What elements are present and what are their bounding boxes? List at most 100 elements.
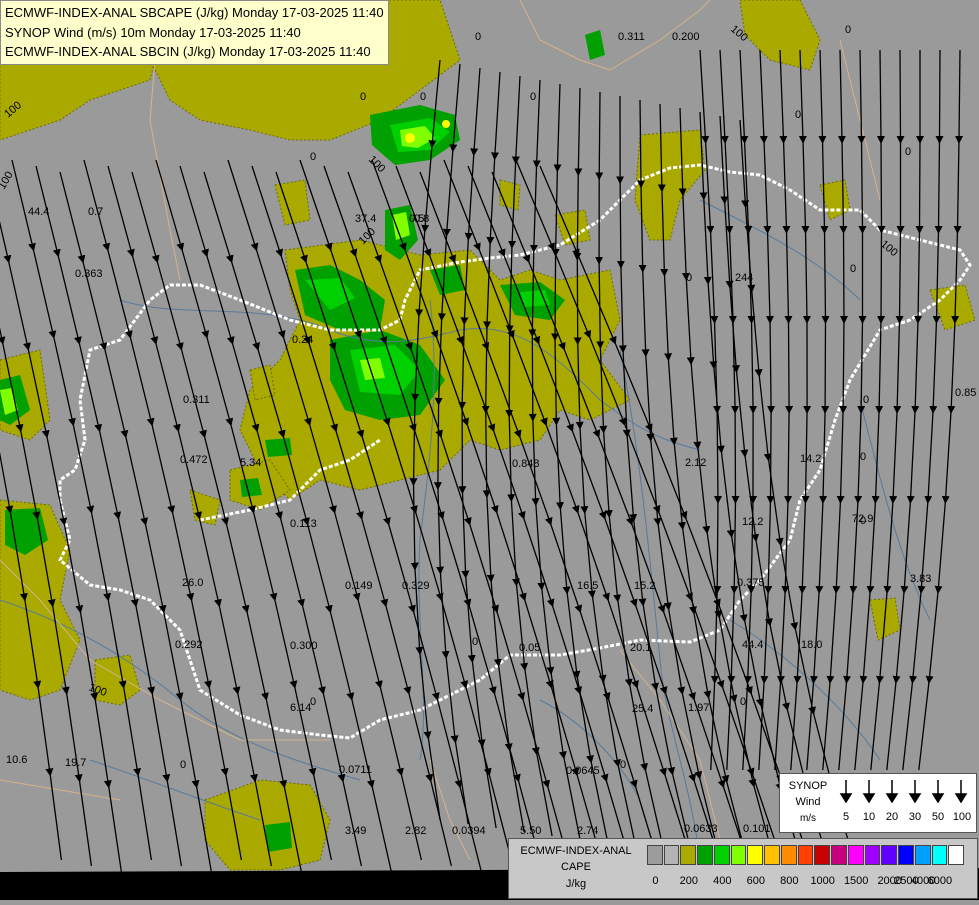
cin-value-label: 44.4 <box>28 206 49 218</box>
cape-tick-label: 200 <box>679 875 698 887</box>
cin-value-label: 0 <box>180 759 186 771</box>
cin-value-label: 20.1 <box>630 642 651 654</box>
cape-color-swatch <box>948 845 964 865</box>
cin-value-label: 0.200 <box>672 31 700 43</box>
cape-tick-label: 600 <box>746 875 765 887</box>
cin-value-label: 0 <box>310 151 316 163</box>
cape-legend-subtitle: CAPE <box>561 861 591 873</box>
cape-legend: ECMWF-INDEX-ANAL CAPE J/kg 0 200 400 600 800… <box>508 838 978 899</box>
cape-color-swatch <box>647 845 663 865</box>
cin-value-label: 44.4 <box>742 639 763 651</box>
cape-tick-label: 400 <box>713 875 732 887</box>
cape-color-swatch <box>847 845 864 865</box>
cin-value-label: 5.50 <box>520 825 541 837</box>
cin-value-label: 0 <box>863 394 869 406</box>
wind-speed-10: 10 <box>862 811 876 823</box>
cin-value-label: 0 <box>475 31 481 43</box>
cin-value-label: 15.2 <box>634 580 655 592</box>
cin-value-label: 0 <box>360 91 366 103</box>
cin-value-label: 0.101 <box>743 823 771 835</box>
cin-value-label: 0 <box>860 515 866 527</box>
cin-value-label: 0.0645 <box>566 765 600 777</box>
cape-legend-title: ECMWF-INDEX-ANAL <box>520 845 632 857</box>
cin-value-label: 16.5 <box>577 580 598 592</box>
cin-value-label: 0 <box>686 272 692 284</box>
cin-value-label: 12.2 <box>742 516 763 528</box>
cape-color-swatch <box>898 845 914 865</box>
cin-value-label: 0 <box>620 759 626 771</box>
cin-value-label: 0.311 <box>618 31 645 43</box>
cape-color-swatch <box>764 845 780 865</box>
cin-value-label: 26.0 <box>182 577 203 589</box>
cin-value-label: 0.113 <box>290 518 317 530</box>
cin-value-label: 0.149 <box>345 580 373 592</box>
cin-value-label: 0.0394 <box>452 825 486 837</box>
cape-color-scale <box>647 845 965 865</box>
cin-value-label: 0.0711 <box>339 764 372 776</box>
wind-speed-100: 100 <box>952 811 972 823</box>
cin-value-label: 2.74 <box>577 825 598 837</box>
cin-value-label: 0 <box>740 696 746 708</box>
cape-color-swatch <box>814 845 831 865</box>
cin-value-label: 0 <box>905 146 911 158</box>
wind-legend: SYNOP Wind m/s 5 10 20 30 50 100 <box>779 773 977 833</box>
cape-color-swatch <box>864 845 881 865</box>
map-header: ECMWF-INDEX-ANAL SBCAPE (J/kg) Monday 17… <box>0 0 389 65</box>
cape-color-swatch <box>881 845 898 865</box>
cin-value-label: 0.85 <box>955 387 976 399</box>
cape-color-swatch <box>931 845 948 865</box>
cin-value-label: 0.24 <box>292 334 313 346</box>
wind-speed-30: 30 <box>908 811 922 823</box>
cin-value-label: 5.34 <box>240 457 261 469</box>
map-canvas: 100100100100100100100 0000000.3110.20000… <box>0 0 979 900</box>
cape-color-swatch <box>697 845 713 865</box>
cin-value-label: 19.7 <box>65 757 86 769</box>
map-background <box>0 0 979 900</box>
cape-legend-unit: J/kg <box>565 878 587 890</box>
cin-value-label: 0 <box>310 696 316 708</box>
cin-value-label: 0 <box>860 451 866 463</box>
cape-tick-label: 1500 <box>843 875 869 887</box>
cin-value-label: 0 <box>420 91 426 103</box>
cin-value-label: 25.4 <box>632 703 653 715</box>
cin-value-label: 0 <box>850 263 856 275</box>
cin-value-label: 0.7 <box>88 206 103 218</box>
cape-tick-label: 1000 <box>810 875 835 887</box>
cin-value-label: 2.82 <box>405 825 426 837</box>
cin-value-label: 10.6 <box>6 754 27 766</box>
cin-value-label: 0.311 <box>183 394 210 406</box>
cape-color-swatch <box>730 845 747 865</box>
cin-value-label: 0.329 <box>402 580 430 592</box>
cin-value-label: 0.848 <box>512 458 540 470</box>
cin-value-label: 3.49 <box>345 825 366 837</box>
header-line-wind: SYNOP Wind (m/s) 10m Monday 17-03-2025 1… <box>5 24 301 40</box>
cin-value-label: 14.2 <box>800 453 821 465</box>
cin-value-label: 0 <box>845 24 851 36</box>
wind-legend-arrows <box>839 780 968 804</box>
weather-map[interactable]: 100100100100100100100 0000000.3110.20000… <box>0 0 979 900</box>
cin-value-label: 0.5 <box>409 213 424 225</box>
cape-color-swatch <box>713 845 730 865</box>
cape-color-swatch <box>680 845 697 865</box>
cin-value-label: 0 <box>530 91 536 103</box>
cin-value-label: 0 <box>795 109 801 121</box>
cin-value-label: 3.83 <box>910 573 931 585</box>
wind-speed-5: 5 <box>842 811 850 823</box>
cape-tick-label: 800 <box>780 875 799 887</box>
cin-value-label: 0.300 <box>290 640 318 652</box>
cape-color-swatch <box>831 845 847 865</box>
header-line-sbcape: ECMWF-INDEX-ANAL SBCAPE (J/kg) Monday 17… <box>5 5 384 20</box>
cin-value-label: 0.05 <box>519 642 540 654</box>
cin-value-label: 1.97 <box>688 702 709 714</box>
header-line-sbcin: ECMWF-INDEX-ANAL SBCIN (J/kg) Monday 17-… <box>5 44 371 59</box>
cape-tick-labels: 0 200 400 600 800 1000 1500 2000 2500 4000 6000 <box>647 875 965 889</box>
cin-value-label: 6.14 <box>290 702 311 714</box>
cin-value-label: 18.0 <box>801 639 822 651</box>
cape-color-swatch <box>914 845 931 865</box>
cin-value-label: 2.12 <box>685 457 706 469</box>
cape-tick-label: 6000 <box>927 875 953 887</box>
cin-value-label: 0.363 <box>75 268 103 280</box>
cin-value-label: 0.472 <box>180 454 208 466</box>
cape-color-swatch <box>747 845 764 865</box>
cin-value-label: 244 <box>735 272 753 284</box>
